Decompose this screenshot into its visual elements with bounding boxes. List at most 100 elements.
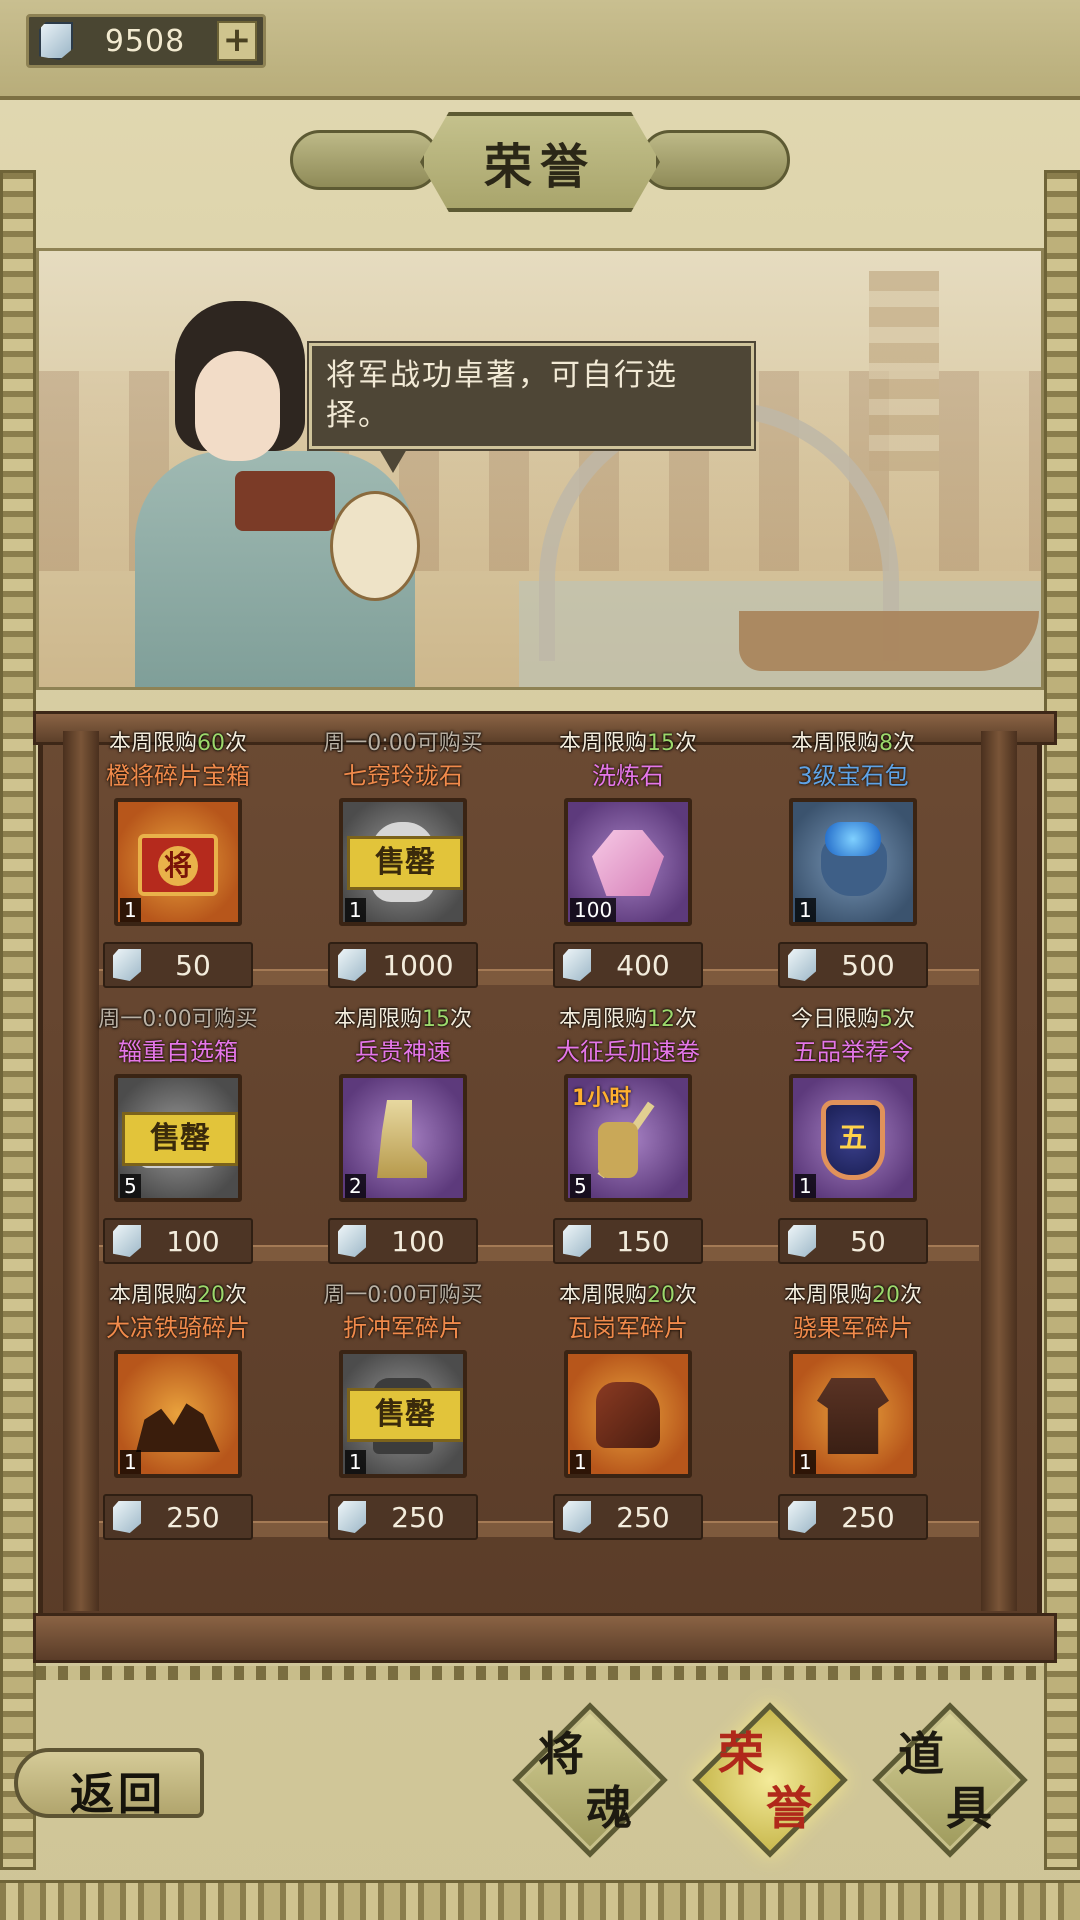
buy-price-button[interactable]: 500 — [778, 942, 928, 988]
left-border-decoration — [0, 170, 36, 1870]
buy-price-button[interactable]: 250 — [778, 1494, 928, 1540]
spear-soldier-icon[interactable]: 1小时 5 — [564, 1074, 692, 1202]
title-wing-right — [640, 130, 790, 190]
item-name: 七窍玲珑石 — [343, 762, 463, 790]
buy-price-button[interactable]: 50 — [778, 1218, 928, 1264]
item-name: 骁果军碎片 — [793, 1314, 913, 1342]
bottom-divider — [36, 1666, 1044, 1680]
item-count: 1 — [795, 1174, 816, 1198]
item-count: 1 — [120, 1450, 141, 1474]
item-name: 大凉铁骑碎片 — [106, 1314, 250, 1342]
shop-item[interactable]: 本周限购20次 瓦岗军碎片 1 250 — [516, 1280, 740, 1545]
dialogue-bubble: 将军战功卓著，可自行选择。 — [307, 341, 756, 451]
supply-box-icon[interactable]: 售罄 5 — [114, 1074, 242, 1202]
purchase-limit: 周一0:00可购买 — [98, 1007, 258, 1032]
gauntlet-icon[interactable]: 1 — [564, 1350, 692, 1478]
item-name: 辎重自选箱 — [118, 1038, 238, 1066]
title-banner: 荣誉 — [290, 112, 790, 232]
boot-icon[interactable]: 2 — [339, 1074, 467, 1202]
item-count: 1 — [795, 898, 816, 922]
crystal-icon[interactable]: 100 — [564, 798, 692, 926]
tab-honor[interactable]: 荣 誉 — [690, 1700, 850, 1860]
shop-item[interactable]: 本周限购60次 橙将碎片宝箱将 1 50 — [66, 728, 290, 993]
title-wing-left — [290, 130, 440, 190]
gem-icon — [563, 1501, 591, 1533]
gem-icon — [39, 22, 73, 60]
buy-price-button[interactable]: 250 — [553, 1494, 703, 1540]
buy-price-button[interactable]: 150 — [553, 1218, 703, 1264]
general-chest-icon[interactable]: 将1 — [114, 798, 242, 926]
gem-icon — [563, 949, 591, 981]
shop-item[interactable]: 周一0:00可购买 七窍玲珑石 售罄 1 1000 — [291, 728, 515, 993]
title-plate: 荣誉 — [420, 112, 660, 212]
gem-bag-icon[interactable]: 1 — [789, 798, 917, 926]
shop-screen: 9508 + 荣誉 将军战功卓著，可自行选择。 本周限购60次 橙将碎片宝箱 将… — [0, 0, 1080, 1920]
duration-badge: 1小时 — [572, 1086, 632, 1111]
price-value: 250 — [841, 1500, 895, 1534]
item-count: 5 — [120, 1174, 141, 1198]
tab-soul[interactable]: 将 魂 — [510, 1700, 670, 1860]
gem-icon — [788, 1501, 816, 1533]
item-name: 大征兵加速卷 — [556, 1038, 700, 1066]
back-label: 返回 — [70, 1769, 166, 1820]
price-value: 100 — [391, 1224, 445, 1258]
shop-item[interactable]: 本周限购8次 3级宝石包 1 500 — [741, 728, 965, 993]
currency-value: 9508 — [104, 23, 186, 59]
item-count: 5 — [570, 1174, 591, 1198]
buy-price-button[interactable]: 400 — [553, 942, 703, 988]
price-value: 400 — [616, 948, 670, 982]
page-title: 荣誉 — [483, 139, 596, 195]
item-count: 2 — [345, 1174, 366, 1198]
buy-price-button[interactable]: 100 — [328, 1218, 478, 1264]
gem-icon — [338, 949, 366, 981]
gem-icon — [113, 949, 141, 981]
buy-price-button[interactable]: 50 — [103, 942, 253, 988]
buy-price-button[interactable]: 1000 — [328, 942, 478, 988]
purchase-limit: 本周限购15次 — [558, 731, 698, 756]
item-name: 瓦岗军碎片 — [568, 1314, 688, 1342]
gem-icon — [113, 1501, 141, 1533]
purchase-limit: 周一0:00可购买 — [323, 1283, 483, 1308]
shop-item[interactable]: 本周限购20次 大凉铁骑碎片 1 250 — [66, 1280, 290, 1545]
hand-fan-icon — [330, 491, 420, 601]
item-count: 100 — [570, 898, 617, 922]
buy-price-button[interactable]: 250 — [103, 1494, 253, 1540]
add-currency-button[interactable]: + — [217, 21, 257, 61]
purchase-limit: 今日限购5次 — [790, 1007, 916, 1032]
tab-items[interactable]: 道 具 — [870, 1700, 1030, 1860]
sold-out-stamp: 售罄 — [347, 836, 463, 890]
back-button[interactable]: 返回 — [14, 1738, 214, 1830]
hero-scene: 将军战功卓著，可自行选择。 — [36, 248, 1044, 690]
purchase-limit: 本周限购60次 — [108, 731, 248, 756]
item-name: 折冲军碎片 — [343, 1314, 463, 1342]
gem-icon — [788, 949, 816, 981]
stone-icon[interactable]: 售罄 1 — [339, 798, 467, 926]
badge-five-icon[interactable]: 五1 — [789, 1074, 917, 1202]
gem-icon — [788, 1225, 816, 1257]
shop-item[interactable]: 本周限购15次 兵贵神速 2 100 — [291, 1004, 515, 1269]
sold-out-stamp: 售罄 — [122, 1112, 238, 1166]
bottom-border-decoration — [0, 1880, 1080, 1920]
pagoda-illustration — [869, 271, 939, 471]
item-count: 1 — [345, 898, 366, 922]
purchase-limit: 本周限购20次 — [108, 1283, 248, 1308]
item-count: 1 — [120, 898, 141, 922]
item-name: 3级宝石包 — [797, 762, 909, 790]
buy-price-button[interactable]: 100 — [103, 1218, 253, 1264]
purchase-limit: 本周限购20次 — [783, 1283, 923, 1308]
tunic-icon[interactable]: 1 — [789, 1350, 917, 1478]
shop-item[interactable]: 周一0:00可购买 辎重自选箱售罄 5 100 — [66, 1004, 290, 1269]
purchase-limit: 本周限购8次 — [790, 731, 916, 756]
cavalry-icon[interactable]: 1 — [114, 1350, 242, 1478]
gem-icon — [338, 1501, 366, 1533]
shop-item[interactable]: 周一0:00可购买 折冲军碎片售罄 1 250 — [291, 1280, 515, 1545]
item-count: 1 — [345, 1450, 366, 1474]
shop-item[interactable]: 本周限购12次 大征兵加速卷 1小时 5 150 — [516, 1004, 740, 1269]
item-name: 橙将碎片宝箱 — [106, 762, 250, 790]
shop-item[interactable]: 今日限购5次 五品举荐令五 1 50 — [741, 1004, 965, 1269]
shop-item[interactable]: 本周限购20次 骁果军碎片 1 250 — [741, 1280, 965, 1545]
shop-item[interactable]: 本周限购15次 洗炼石 100 400 — [516, 728, 740, 993]
armor-icon[interactable]: 售罄 1 — [339, 1350, 467, 1478]
price-value: 1000 — [382, 948, 454, 982]
buy-price-button[interactable]: 250 — [328, 1494, 478, 1540]
